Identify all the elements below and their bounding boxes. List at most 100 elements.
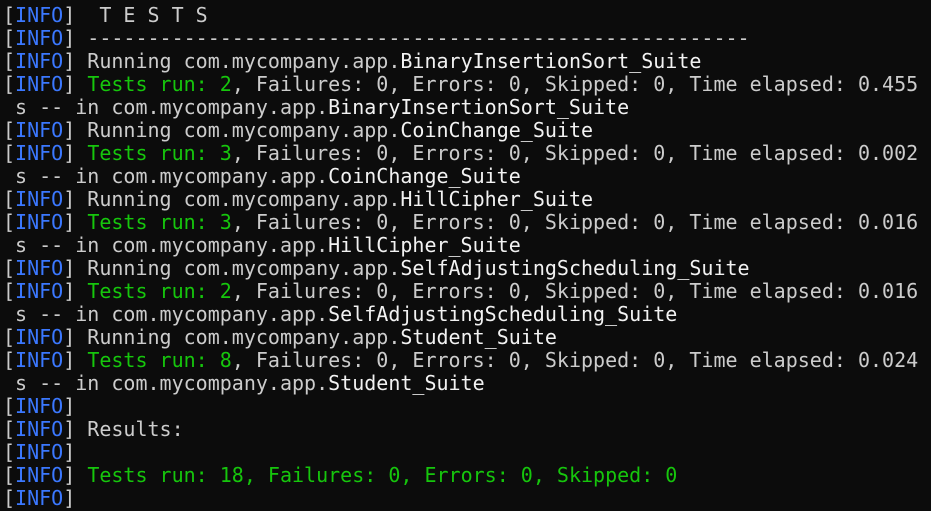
log-bracket-open: [ <box>3 256 16 280</box>
log-line: [INFO] <box>3 487 931 510</box>
log-line: [INFO] Tests run: 2, Failures: 0, Errors… <box>3 280 931 303</box>
test-summary-text: Tests run: 8 <box>87 348 232 372</box>
log-text: Running com.mycompany.app. <box>75 325 401 349</box>
log-text: , Failures: 0, Errors: 0, Skipped: 0, Ti… <box>231 72 919 96</box>
log-level: INFO <box>15 325 64 349</box>
log-text: s -- in com.mycompany.app. <box>3 95 329 119</box>
log-text: , Failures: 0, Errors: 0, Skipped: 0, Ti… <box>231 210 919 234</box>
log-level: INFO <box>15 463 64 487</box>
log-line-continuation: s -- in com.mycompany.app.CoinChange_Sui… <box>3 165 931 188</box>
log-level: INFO <box>15 486 64 510</box>
log-bracket-close: ] <box>63 417 76 441</box>
suite-name: HillCipher_Suite <box>328 233 521 257</box>
log-text: s -- in com.mycompany.app. <box>3 164 329 188</box>
log-level: INFO <box>15 210 64 234</box>
log-text: Running com.mycompany.app. <box>75 256 401 280</box>
log-bracket-open: [ <box>3 187 16 211</box>
log-line-continuation: s -- in com.mycompany.app.Student_Suite <box>3 372 931 395</box>
log-bracket-open: [ <box>3 49 16 73</box>
log-line: [INFO] Running com.mycompany.app.Student… <box>3 326 931 349</box>
log-bracket-close: ] <box>63 325 76 349</box>
log-text: Running com.mycompany.app. <box>75 187 401 211</box>
test-summary-text: Tests run: 18, Failures: 0, Errors: 0, S… <box>87 463 678 487</box>
log-bracket-open: [ <box>3 210 16 234</box>
log-text: , Failures: 0, Errors: 0, Skipped: 0, Ti… <box>231 141 919 165</box>
test-summary-text: Tests run: 3 <box>87 210 232 234</box>
log-bracket-open: [ <box>3 440 16 464</box>
log-bracket-open: [ <box>3 141 16 165</box>
log-bracket-close: ] <box>63 141 76 165</box>
log-line: [INFO] Running com.mycompany.app.CoinCha… <box>3 119 931 142</box>
log-level: INFO <box>15 440 64 464</box>
suite-name: HillCipher_Suite <box>400 187 594 211</box>
log-line: [INFO] Tests run: 3, Failures: 0, Errors… <box>3 142 931 165</box>
log-text: Running com.mycompany.app. <box>75 118 401 142</box>
suite-name: CoinChange_Suite <box>400 118 594 142</box>
log-bracket-close: ] <box>63 256 76 280</box>
log-bracket-open: [ <box>3 486 16 510</box>
suite-name: SelfAdjustingScheduling_Suite <box>328 302 678 326</box>
log-line: [INFO] <box>3 395 931 418</box>
log-level: INFO <box>15 3 64 27</box>
log-level: INFO <box>15 49 64 73</box>
suite-name: SelfAdjustingScheduling_Suite <box>400 256 750 280</box>
log-text: s -- in com.mycompany.app. <box>3 233 329 257</box>
log-bracket-open: [ <box>3 3 16 27</box>
log-bracket-close: ] <box>63 187 76 211</box>
log-level: INFO <box>15 279 64 303</box>
log-line: [INFO] Tests run: 18, Failures: 0, Error… <box>3 464 931 487</box>
log-level: INFO <box>15 256 64 280</box>
log-bracket-open: [ <box>3 463 16 487</box>
log-bracket-close: ] <box>63 279 76 303</box>
log-bracket-close: ] <box>63 72 76 96</box>
log-line: [INFO] Tests run: 3, Failures: 0, Errors… <box>3 211 931 234</box>
test-summary-text: Tests run: 2 <box>87 72 232 96</box>
log-bracket-close: ] <box>63 3 76 27</box>
log-line: [INFO] T E S T S <box>3 4 931 27</box>
log-bracket-open: [ <box>3 417 16 441</box>
log-line-continuation: s -- in com.mycompany.app.SelfAdjustingS… <box>3 303 931 326</box>
log-line: [INFO] Running com.mycompany.app.SelfAdj… <box>3 257 931 280</box>
suite-name: BinaryInsertionSort_Suite <box>328 95 630 119</box>
log-text: , Failures: 0, Errors: 0, Skipped: 0, Ti… <box>231 348 919 372</box>
log-bracket-open: [ <box>3 26 16 50</box>
log-level: INFO <box>15 118 64 142</box>
log-text: , Failures: 0, Errors: 0, Skipped: 0, Ti… <box>231 279 919 303</box>
log-line: [INFO] Results: <box>3 418 931 441</box>
log-level: INFO <box>15 26 64 50</box>
log-bracket-close: ] <box>63 440 76 464</box>
log-bracket-close: ] <box>63 394 76 418</box>
log-text: s -- in com.mycompany.app. <box>3 371 329 395</box>
suite-name: Student_Suite <box>400 325 557 349</box>
log-bracket-close: ] <box>63 118 76 142</box>
log-bracket-open: [ <box>3 325 16 349</box>
test-summary-text: Tests run: 3 <box>87 141 232 165</box>
log-bracket-open: [ <box>3 72 16 96</box>
test-summary-text: Tests run: 2 <box>87 279 232 303</box>
log-level: INFO <box>15 72 64 96</box>
log-bracket-open: [ <box>3 394 16 418</box>
log-level: INFO <box>15 187 64 211</box>
log-bracket-open: [ <box>3 279 16 303</box>
log-level: INFO <box>15 417 64 441</box>
terminal-output[interactable]: [INFO] T E S T S [INFO] -----------------… <box>3 4 931 510</box>
log-bracket-close: ] <box>63 348 76 372</box>
log-line-continuation: s -- in com.mycompany.app.HillCipher_Sui… <box>3 234 931 257</box>
log-line: [INFO] Tests run: 2, Failures: 0, Errors… <box>3 73 931 96</box>
suite-name: CoinChange_Suite <box>328 164 521 188</box>
log-bracket-open: [ <box>3 118 16 142</box>
suite-name: Student_Suite <box>328 371 485 395</box>
log-bracket-open: [ <box>3 348 16 372</box>
log-line: [INFO] Tests run: 8, Failures: 0, Errors… <box>3 349 931 372</box>
log-text: T E S T S <box>75 3 208 27</box>
log-bracket-close: ] <box>63 210 76 234</box>
log-level: INFO <box>15 394 64 418</box>
log-text: s -- in com.mycompany.app. <box>3 302 329 326</box>
log-line: [INFO] ---------------------------------… <box>3 27 931 50</box>
